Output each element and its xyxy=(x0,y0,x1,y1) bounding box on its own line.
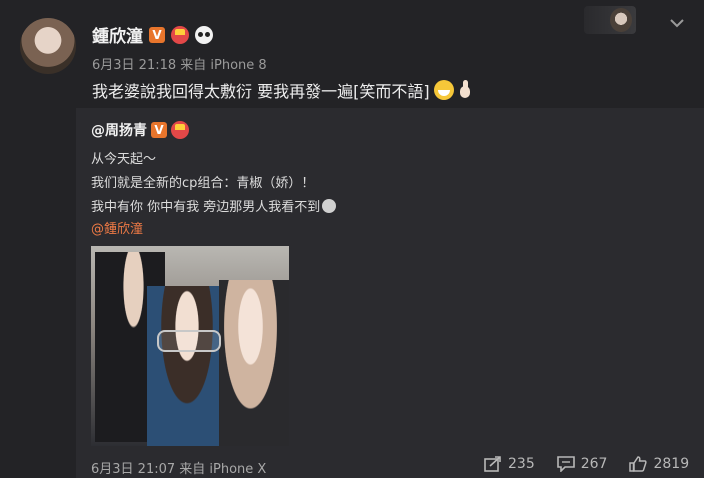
laugh-emoji-icon xyxy=(433,80,454,100)
comment-count: 267 xyxy=(580,456,608,472)
post-meta: 6月3日 21:18 来自 iPhone 8 xyxy=(92,54,267,73)
repost-actions: 235 267 2819 xyxy=(484,456,689,472)
shy-emoji-icon xyxy=(322,199,337,213)
repost-member-crown-icon xyxy=(171,121,189,139)
post-text: 我老婆說我回得太敷衍 要我再發一遍[笑而不語] xyxy=(92,82,430,101)
like-count: 2819 xyxy=(653,456,690,472)
repost-line-1: 从今天起～ xyxy=(91,152,157,167)
repost-verified-badge-icon: V xyxy=(151,122,167,138)
chevron-down-icon[interactable] xyxy=(668,14,686,32)
panda-badge-icon xyxy=(195,25,213,44)
like-button[interactable]: 2819 xyxy=(629,456,689,472)
member-crown-icon xyxy=(171,25,189,44)
hand-emoji-icon xyxy=(458,80,472,100)
repost-author-row: @周扬青 V xyxy=(91,120,189,140)
photo-glasses xyxy=(157,330,221,352)
repost-line-2: 我们就是全新的cp组合：青椒（娇）！ xyxy=(91,176,315,191)
repost-time[interactable]: 6月3日 21:07 xyxy=(91,462,175,477)
repost-photo[interactable] xyxy=(91,246,289,446)
share-icon xyxy=(484,456,501,472)
thumbs-up-icon xyxy=(629,456,648,472)
thumbnail-face-icon xyxy=(610,8,632,32)
comment-button[interactable]: 267 xyxy=(556,456,608,472)
repost-meta: 6月3日 21:07 来自 iPhone X xyxy=(91,458,266,477)
post-time[interactable]: 6月3日 21:18 xyxy=(92,58,176,73)
author-name[interactable]: 鍾欣潼 xyxy=(92,22,143,47)
comment-icon xyxy=(556,456,575,472)
repost-count: 235 xyxy=(508,456,535,472)
weibo-post: 鍾欣潼 V 6月3日 21:18 来自 iPhone 8 我老婆說我回得太敷衍 … xyxy=(0,0,704,478)
repost-author[interactable]: @周扬青 xyxy=(91,120,147,140)
profile-thumbnail[interactable] xyxy=(584,6,636,34)
mention-link[interactable]: @鍾欣潼 xyxy=(91,218,143,237)
author-row: 鍾欣潼 V xyxy=(92,22,213,47)
photo-person-right xyxy=(219,280,289,446)
repost-button[interactable]: 235 xyxy=(484,456,535,472)
verified-badge-icon: V xyxy=(149,26,165,43)
post-source: 来自 iPhone 8 xyxy=(180,58,267,73)
author-avatar[interactable] xyxy=(20,18,76,74)
reposted-content[interactable]: @周扬青 V 从今天起～ 我们就是全新的cp组合：青椒（娇）！ 我中有你 你中有… xyxy=(76,108,704,478)
repost-line-3-wrap: 我中有你 你中有我 旁边那男人我看不到 xyxy=(91,196,337,215)
repost-source: 来自 iPhone X xyxy=(179,462,267,477)
post-body: 我老婆說我回得太敷衍 要我再發一遍[笑而不語] xyxy=(92,78,472,102)
photo-person-middle xyxy=(147,286,227,446)
repost-line-3: 我中有你 你中有我 旁边那男人我看不到 xyxy=(91,200,321,215)
